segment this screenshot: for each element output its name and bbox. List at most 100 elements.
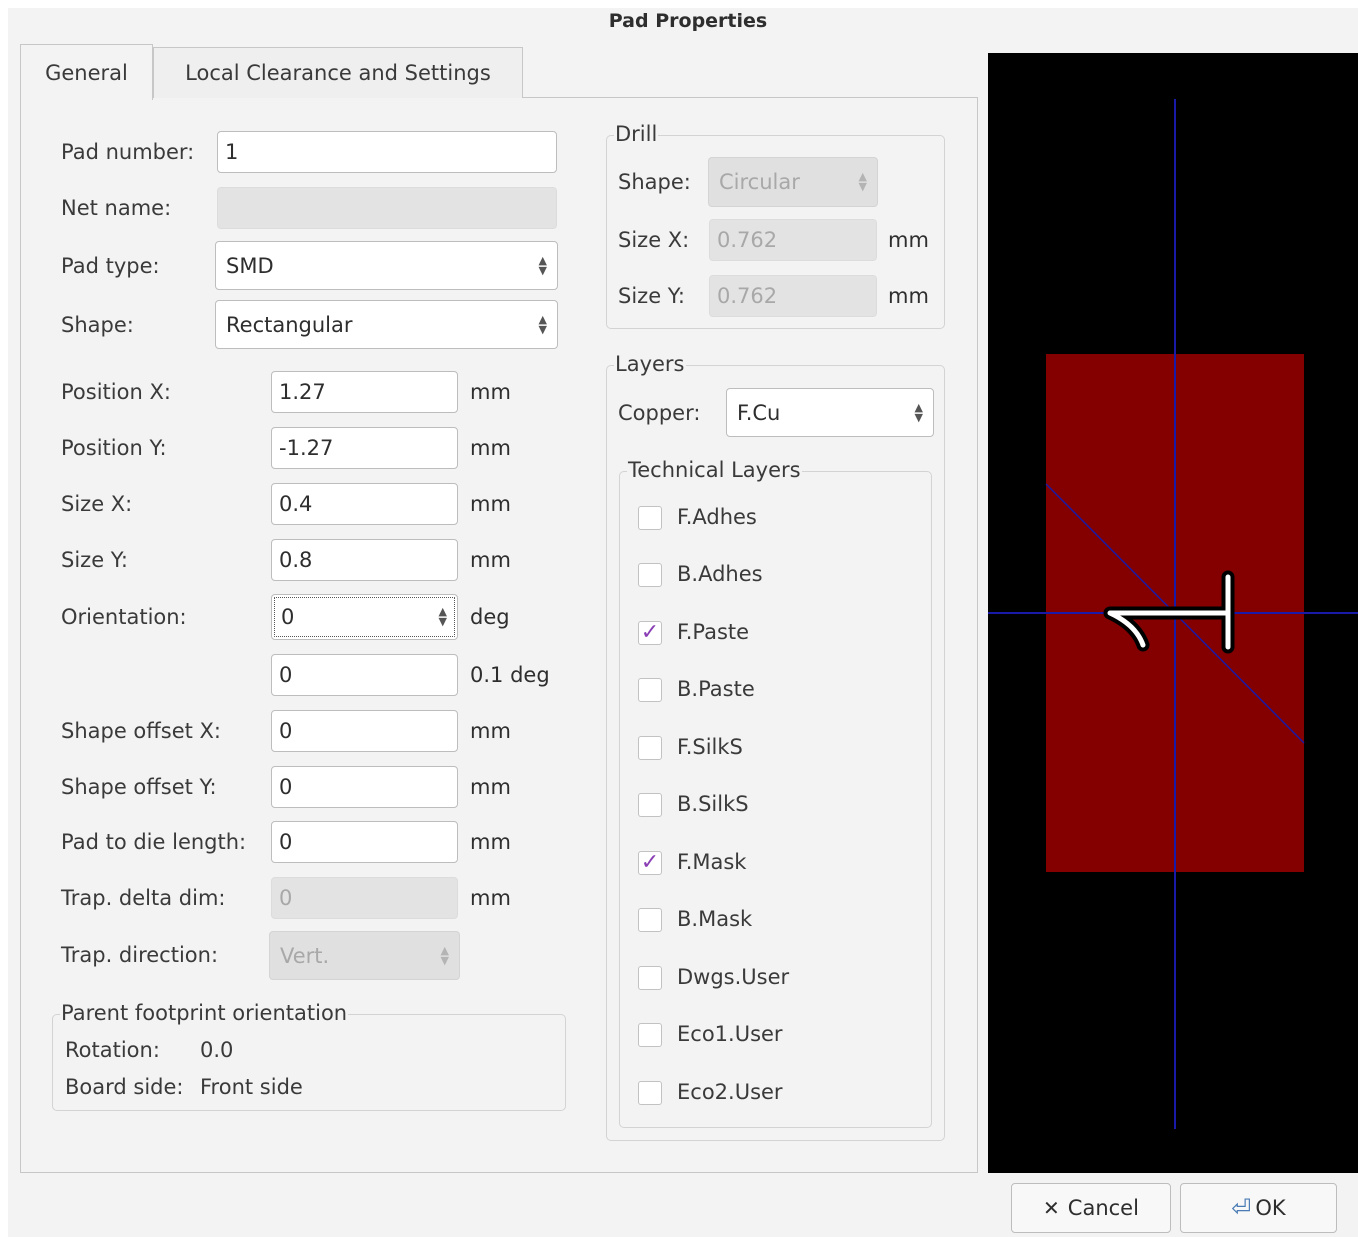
pad-number-value: 1 xyxy=(225,140,239,164)
net-name-label: Net name: xyxy=(61,196,172,220)
layer-label-b-mask[interactable]: B.Mask xyxy=(677,907,752,931)
shape-offset-x-input[interactable]: 0 xyxy=(271,710,458,752)
tab-general[interactable]: General xyxy=(20,44,153,100)
shape-offset-x-value: 0 xyxy=(279,719,293,743)
tab-local-clearance[interactable]: Local Clearance and Settings xyxy=(153,47,523,98)
size-y-value: 0.8 xyxy=(279,548,313,572)
position-y-label: Position Y: xyxy=(61,436,167,460)
drill-size-x-unit: mm xyxy=(888,228,929,252)
trap-delta-value: 0 xyxy=(279,886,293,910)
size-y-input[interactable]: 0.8 xyxy=(271,539,458,581)
drill-size-y-input: 0.762 xyxy=(709,275,877,317)
drill-size-y-value: 0.762 xyxy=(717,284,778,308)
checkmark-icon: ✓ xyxy=(640,850,660,875)
position-x-label: Position X: xyxy=(61,380,171,404)
checkbox-b-silks[interactable] xyxy=(638,793,662,817)
cancel-button[interactable]: ✕ Cancel xyxy=(1011,1183,1171,1233)
spin-arrows-icon: ▲ ▼ xyxy=(440,943,449,967)
drill-size-y-unit: mm xyxy=(888,284,929,308)
size-y-label: Size Y: xyxy=(61,548,128,572)
ok-button[interactable]: ⏎ OK xyxy=(1180,1183,1337,1233)
layer-label-eco2-user[interactable]: Eco2.User xyxy=(677,1080,783,1104)
checkbox-b-mask[interactable] xyxy=(638,908,662,932)
spin-arrows-icon: ▲ ▼ xyxy=(438,605,447,628)
orientation-value: 0 xyxy=(281,605,295,629)
size-y-unit: mm xyxy=(470,548,511,572)
pad-to-die-value: 0 xyxy=(279,830,293,854)
layer-label-f-paste[interactable]: F.Paste xyxy=(677,620,749,644)
orientation-label: Orientation: xyxy=(61,605,187,629)
layer-label-f-mask[interactable]: F.Mask xyxy=(677,850,746,874)
copper-select[interactable]: F.Cu ▲ ▼ xyxy=(726,388,934,437)
shape-offset-y-input[interactable]: 0 xyxy=(271,766,458,808)
drill-size-y-label: Size Y: xyxy=(618,284,685,308)
copper-value: F.Cu xyxy=(737,400,781,425)
position-x-value: 1.27 xyxy=(279,380,326,404)
spin-arrows-icon: ▲ ▼ xyxy=(914,400,923,424)
pad-number-label: Pad number: xyxy=(61,140,195,164)
checkbox-eco1-user[interactable] xyxy=(638,1023,662,1047)
shape-offset-x-unit: mm xyxy=(470,719,511,743)
pad-type-select[interactable]: SMD ▲ ▼ xyxy=(215,241,558,290)
size-x-input[interactable]: 0.4 xyxy=(271,483,458,525)
pad-to-die-label: Pad to die length: xyxy=(61,830,247,854)
checkmark-icon: ✓ xyxy=(640,620,660,645)
checkbox-f-adhes[interactable] xyxy=(638,506,662,530)
orientation-select[interactable]: 0 ▲ ▼ xyxy=(271,594,458,640)
shape-value: Rectangular xyxy=(226,312,353,337)
layer-label-b-silks[interactable]: B.SilkS xyxy=(677,792,749,816)
layer-label-f-adhes[interactable]: F.Adhes xyxy=(677,505,757,529)
cancel-button-label: Cancel xyxy=(1067,1196,1139,1220)
drill-shape-select: Circular ▲ ▼ xyxy=(708,157,878,207)
trap-delta-unit: mm xyxy=(470,886,511,910)
checkbox-b-adhes[interactable] xyxy=(638,563,662,587)
board-side-label: Board side: xyxy=(65,1075,184,1099)
layer-label-b-paste[interactable]: B.Paste xyxy=(677,677,755,701)
trap-delta-label: Trap. delta dim: xyxy=(61,886,226,910)
board-side-value: Front side xyxy=(200,1075,303,1099)
checkbox-f-paste[interactable]: ✓ xyxy=(638,621,662,645)
checkbox-f-silks[interactable] xyxy=(638,736,662,760)
orientation-fine-input[interactable]: 0 xyxy=(271,654,458,696)
layer-label-eco1-user[interactable]: Eco1.User xyxy=(677,1022,783,1046)
layers-title: Layers xyxy=(614,352,686,376)
layer-label-b-adhes[interactable]: B.Adhes xyxy=(677,562,763,586)
pad-preview-svg xyxy=(988,99,1358,1129)
shape-select[interactable]: Rectangular ▲ ▼ xyxy=(215,300,558,349)
pad-number-input[interactable]: 1 xyxy=(217,131,557,173)
pad-type-label: Pad type: xyxy=(61,254,160,278)
drill-size-x-input: 0.762 xyxy=(709,219,877,261)
shape-offset-y-value: 0 xyxy=(279,775,293,799)
layer-label-dwgs-user[interactable]: Dwgs.User xyxy=(677,965,789,989)
pad-preview-canvas[interactable] xyxy=(988,53,1358,1173)
shape-offset-y-unit: mm xyxy=(470,775,511,799)
pad-to-die-input[interactable]: 0 xyxy=(271,821,458,863)
checkbox-eco2-user[interactable] xyxy=(638,1081,662,1105)
rotation-value: 0.0 xyxy=(200,1038,234,1062)
trap-direction-value: Vert. xyxy=(280,943,330,968)
parent-footprint-title: Parent footprint orientation xyxy=(60,1001,349,1025)
net-name-input xyxy=(217,187,557,229)
position-x-unit: mm xyxy=(470,380,511,404)
orientation-fine-unit: 0.1 deg xyxy=(470,663,550,687)
layer-label-f-silks[interactable]: F.SilkS xyxy=(677,735,743,759)
drill-shape-value: Circular xyxy=(719,170,800,194)
tab-local-clearance-label: Local Clearance and Settings xyxy=(185,61,491,85)
drill-size-x-value: 0.762 xyxy=(717,228,778,252)
trap-direction-label: Trap. direction: xyxy=(61,943,219,967)
drill-title: Drill xyxy=(614,122,659,146)
position-x-input[interactable]: 1.27 xyxy=(271,371,458,413)
ok-button-label: OK xyxy=(1255,1196,1286,1220)
technical-layers-title: Technical Layers xyxy=(627,458,802,482)
orientation-fine-value: 0 xyxy=(279,663,293,687)
shape-label: Shape: xyxy=(61,313,134,337)
position-y-input[interactable]: -1.27 xyxy=(271,427,458,469)
checkbox-f-mask[interactable]: ✓ xyxy=(638,851,662,875)
checkbox-dwgs-user[interactable] xyxy=(638,966,662,990)
pad-to-die-unit: mm xyxy=(470,830,511,854)
shape-offset-y-label: Shape offset Y: xyxy=(61,775,217,799)
checkbox-b-paste[interactable] xyxy=(638,678,662,702)
rotation-label: Rotation: xyxy=(65,1038,160,1062)
trap-direction-select: Vert. ▲ ▼ xyxy=(269,931,460,980)
spin-arrows-icon: ▲ ▼ xyxy=(538,253,547,277)
